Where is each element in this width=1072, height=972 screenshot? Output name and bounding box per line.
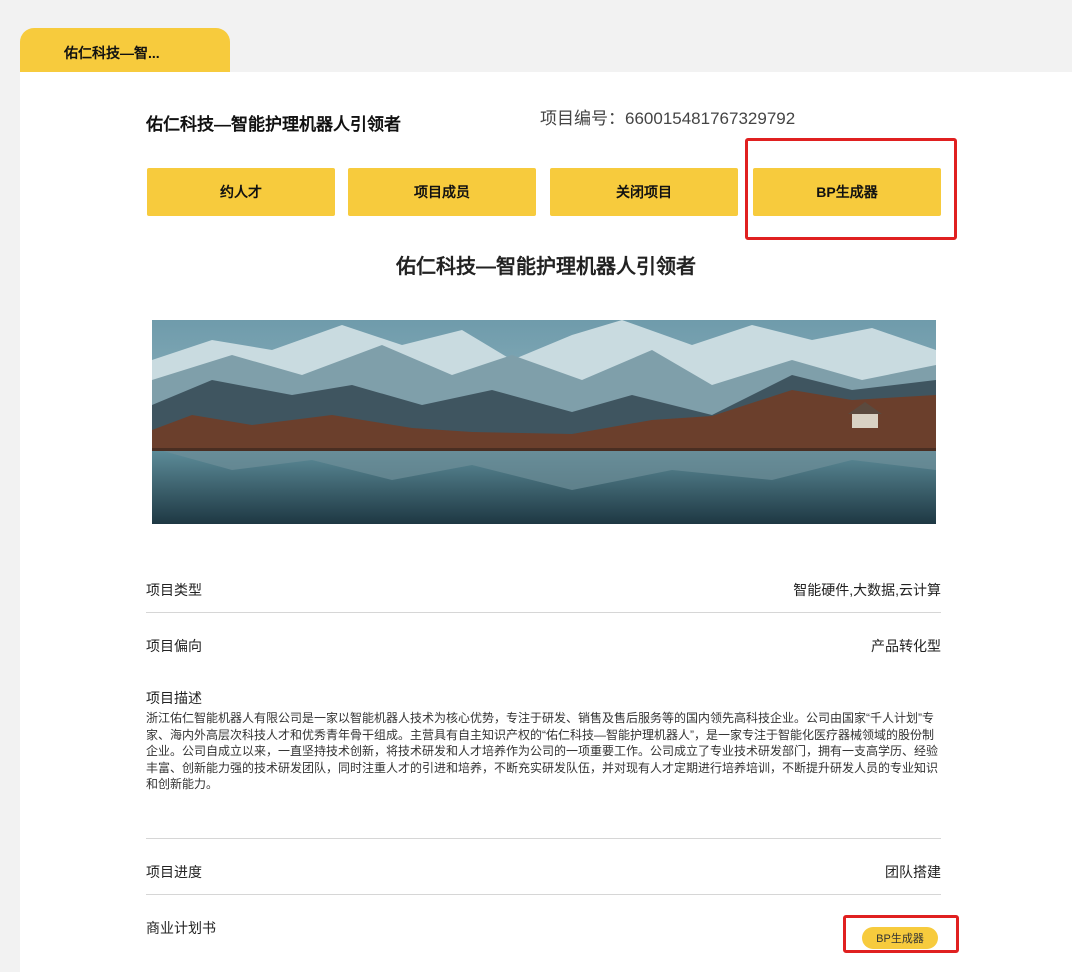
project-members-button[interactable]: 项目成员 bbox=[348, 168, 536, 216]
tab-project[interactable]: 佑仁科技—智... bbox=[20, 28, 230, 74]
divider bbox=[146, 838, 941, 839]
hero-title: 佑仁科技—智能护理机器人引领者 bbox=[396, 256, 696, 278]
project-type-value: 智能硬件,大数据,云计算 bbox=[793, 582, 941, 598]
project-panel: 佑仁科技—智能护理机器人引领者 项目编号：660015481767329792 … bbox=[20, 72, 1072, 972]
row-project-orientation: 项目偏向 产品转化型 bbox=[146, 636, 941, 656]
project-orientation-label: 项目偏向 bbox=[146, 638, 202, 654]
close-project-button[interactable]: 关闭项目 bbox=[550, 168, 738, 216]
row-project-progress: 项目进度 团队搭建 bbox=[146, 862, 941, 882]
project-progress-label: 项目进度 bbox=[146, 864, 202, 880]
project-description-label: 项目描述 bbox=[146, 688, 941, 708]
business-plan-label: 商业计划书 bbox=[146, 920, 216, 936]
row-business-plan: 商业计划书 bbox=[146, 918, 941, 938]
divider bbox=[146, 894, 941, 895]
project-description-text: 浙江佑仁智能机器人有限公司是一家以智能机器人技术为核心优势，专注于研发、销售及售… bbox=[146, 711, 939, 791]
project-title: 佑仁科技—智能护理机器人引领者 bbox=[146, 115, 401, 134]
project-progress-value: 团队搭建 bbox=[885, 864, 941, 880]
invite-talent-button[interactable]: 约人才 bbox=[147, 168, 335, 216]
highlight-box bbox=[843, 915, 959, 953]
banner-image bbox=[152, 320, 936, 524]
mountain-lake-photo-icon bbox=[152, 320, 936, 524]
row-project-type: 项目类型 智能硬件,大数据,云计算 bbox=[146, 580, 941, 600]
highlight-box bbox=[745, 138, 957, 240]
project-type-label: 项目类型 bbox=[146, 582, 202, 598]
project-orientation-value: 产品转化型 bbox=[871, 638, 941, 654]
divider bbox=[146, 612, 941, 613]
description-label: 项目描述 bbox=[146, 690, 202, 706]
project-id: 项目编号：660015481767329792 bbox=[540, 109, 796, 128]
